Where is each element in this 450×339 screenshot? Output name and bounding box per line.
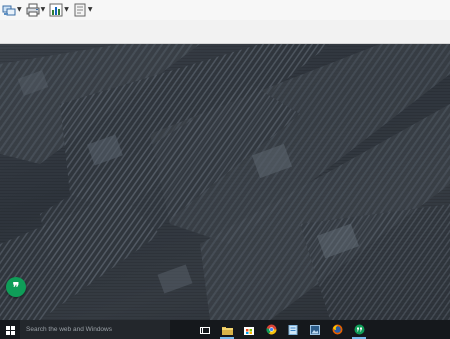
chart-tool-button[interactable]: ▼ xyxy=(49,1,69,19)
taskbar-file-explorer[interactable] xyxy=(216,320,238,339)
chevron-down-icon[interactable]: ▼ xyxy=(41,7,46,13)
wallpaper-image xyxy=(0,44,450,320)
chart-icon xyxy=(49,3,63,17)
task-view-icon xyxy=(200,320,210,339)
photos-icon xyxy=(310,320,320,339)
taskbar-task-view[interactable] xyxy=(194,320,216,339)
network-tool-button[interactable]: ▼ xyxy=(2,1,22,19)
taskbar-photos[interactable] xyxy=(304,320,326,339)
top-toolbar: ▼ ▼ ▼ ▼ xyxy=(0,0,450,20)
taskbar-store[interactable] xyxy=(238,320,260,339)
chevron-down-icon[interactable]: ▼ xyxy=(17,7,22,13)
document-icon xyxy=(73,3,87,17)
chevron-down-icon[interactable]: ▼ xyxy=(64,7,69,13)
toolbar-empty-strip xyxy=(0,20,450,44)
screen: ▼ ▼ ▼ ▼ ❞ Search the web and Windows xyxy=(0,0,450,339)
taskbar: Search the web and Windows xyxy=(0,320,450,339)
search-placeholder: Search the web and Windows xyxy=(26,326,112,333)
firefox-icon xyxy=(332,320,343,339)
taskbar-notes[interactable] xyxy=(282,320,304,339)
hangouts-icon xyxy=(354,320,365,339)
taskbar-search-box[interactable]: Search the web and Windows xyxy=(20,320,170,339)
print-icon xyxy=(26,3,40,17)
taskbar-chrome[interactable] xyxy=(260,320,282,339)
hangouts-icon: ❞ xyxy=(12,280,20,294)
hangouts-floating-button[interactable]: ❞ xyxy=(6,277,26,297)
desktop-wallpaper[interactable]: ❞ xyxy=(0,44,450,320)
notes-icon xyxy=(288,320,298,339)
network-icon xyxy=(2,3,16,17)
print-tool-button[interactable]: ▼ xyxy=(26,1,46,19)
chrome-icon xyxy=(265,320,277,339)
file-explorer-icon xyxy=(221,320,233,339)
windows-logo-icon xyxy=(5,320,15,339)
taskbar-firefox[interactable] xyxy=(326,320,348,339)
taskbar-hangouts[interactable] xyxy=(348,320,370,339)
chevron-down-icon[interactable]: ▼ xyxy=(88,7,93,13)
document-tool-button[interactable]: ▼ xyxy=(73,1,93,19)
start-button[interactable] xyxy=(0,320,20,339)
store-icon xyxy=(244,320,254,339)
